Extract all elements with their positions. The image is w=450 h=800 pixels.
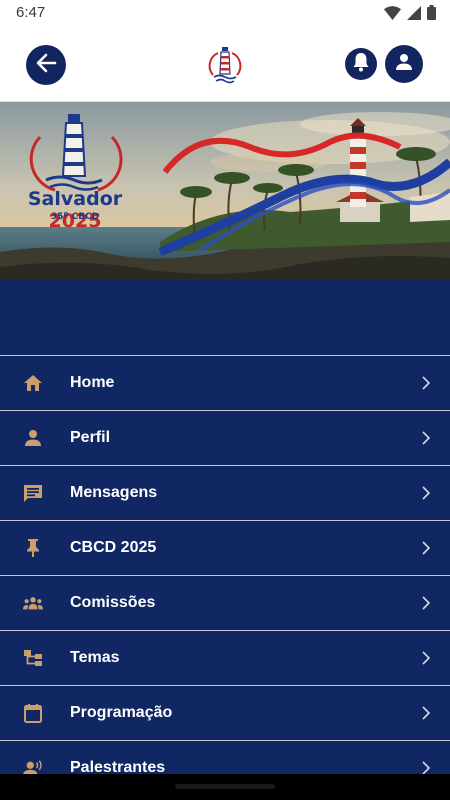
menu-item-home[interactable]: Home <box>0 356 450 411</box>
menu-item-label: CBCD 2025 <box>70 539 157 556</box>
event-edition: 35º CBCD <box>50 212 100 222</box>
menu-item-label: Home <box>70 374 115 391</box>
menu-item-label: Mensagens <box>70 484 158 501</box>
profile-button[interactable] <box>385 45 423 83</box>
chevron-right-icon <box>420 596 432 610</box>
system-nav-bar <box>0 774 450 800</box>
status-time: 6:47 <box>16 4 46 21</box>
person-icon <box>23 428 43 448</box>
menu-item-label: Temas <box>70 649 120 666</box>
event-name: Salvador <box>27 188 123 210</box>
app-bar <box>0 26 450 102</box>
battery-icon <box>427 5 436 25</box>
menu-item-comissoes[interactable]: Comissões <box>0 576 450 631</box>
notifications-button[interactable] <box>345 48 377 80</box>
chevron-right-icon <box>420 706 432 720</box>
event-logo-text: Salvador 2025 <box>8 188 142 232</box>
menu-item-mensagens[interactable]: Mensagens <box>0 466 450 521</box>
menu-list: Home Perfil Mensagens CBCD 2025 Comissõe… <box>0 355 450 796</box>
chevron-right-icon <box>420 376 432 390</box>
calendar-icon <box>23 703 43 723</box>
user-icon <box>395 53 413 76</box>
menu-item-label: Comissões <box>70 594 156 611</box>
lighthouse-icon <box>206 47 244 89</box>
message-icon <box>23 483 43 503</box>
menu-item-perfil[interactable]: Perfil <box>0 411 450 466</box>
arrow-left-icon <box>35 52 57 79</box>
chevron-right-icon <box>420 651 432 665</box>
menu-item-cbcd-2025[interactable]: CBCD 2025 <box>0 521 450 576</box>
wifi-icon <box>384 5 401 25</box>
status-bar: 6:47 <box>0 0 450 26</box>
signal-icon <box>407 5 421 25</box>
status-icons <box>384 5 436 25</box>
bell-icon <box>352 52 370 77</box>
home-icon <box>23 373 43 393</box>
back-button[interactable] <box>26 45 66 85</box>
navigation-panel: Home Perfil Mensagens CBCD 2025 Comissõe… <box>0 280 450 796</box>
chevron-right-icon <box>420 761 432 775</box>
pin-icon <box>23 538 43 558</box>
menu-item-programacao[interactable]: Programação <box>0 686 450 741</box>
chevron-right-icon <box>420 431 432 445</box>
chevron-right-icon <box>420 486 432 500</box>
app-logo <box>206 43 244 85</box>
hero-banner: Salvador 2025 35º CBCD <box>0 102 450 292</box>
topics-icon <box>23 648 43 668</box>
chevron-right-icon <box>420 541 432 555</box>
menu-item-temas[interactable]: Temas <box>0 631 450 686</box>
menu-item-label: Perfil <box>70 429 111 446</box>
menu-item-label: Programação <box>70 704 173 721</box>
groups-icon <box>23 593 43 613</box>
home-indicator[interactable] <box>175 784 275 789</box>
